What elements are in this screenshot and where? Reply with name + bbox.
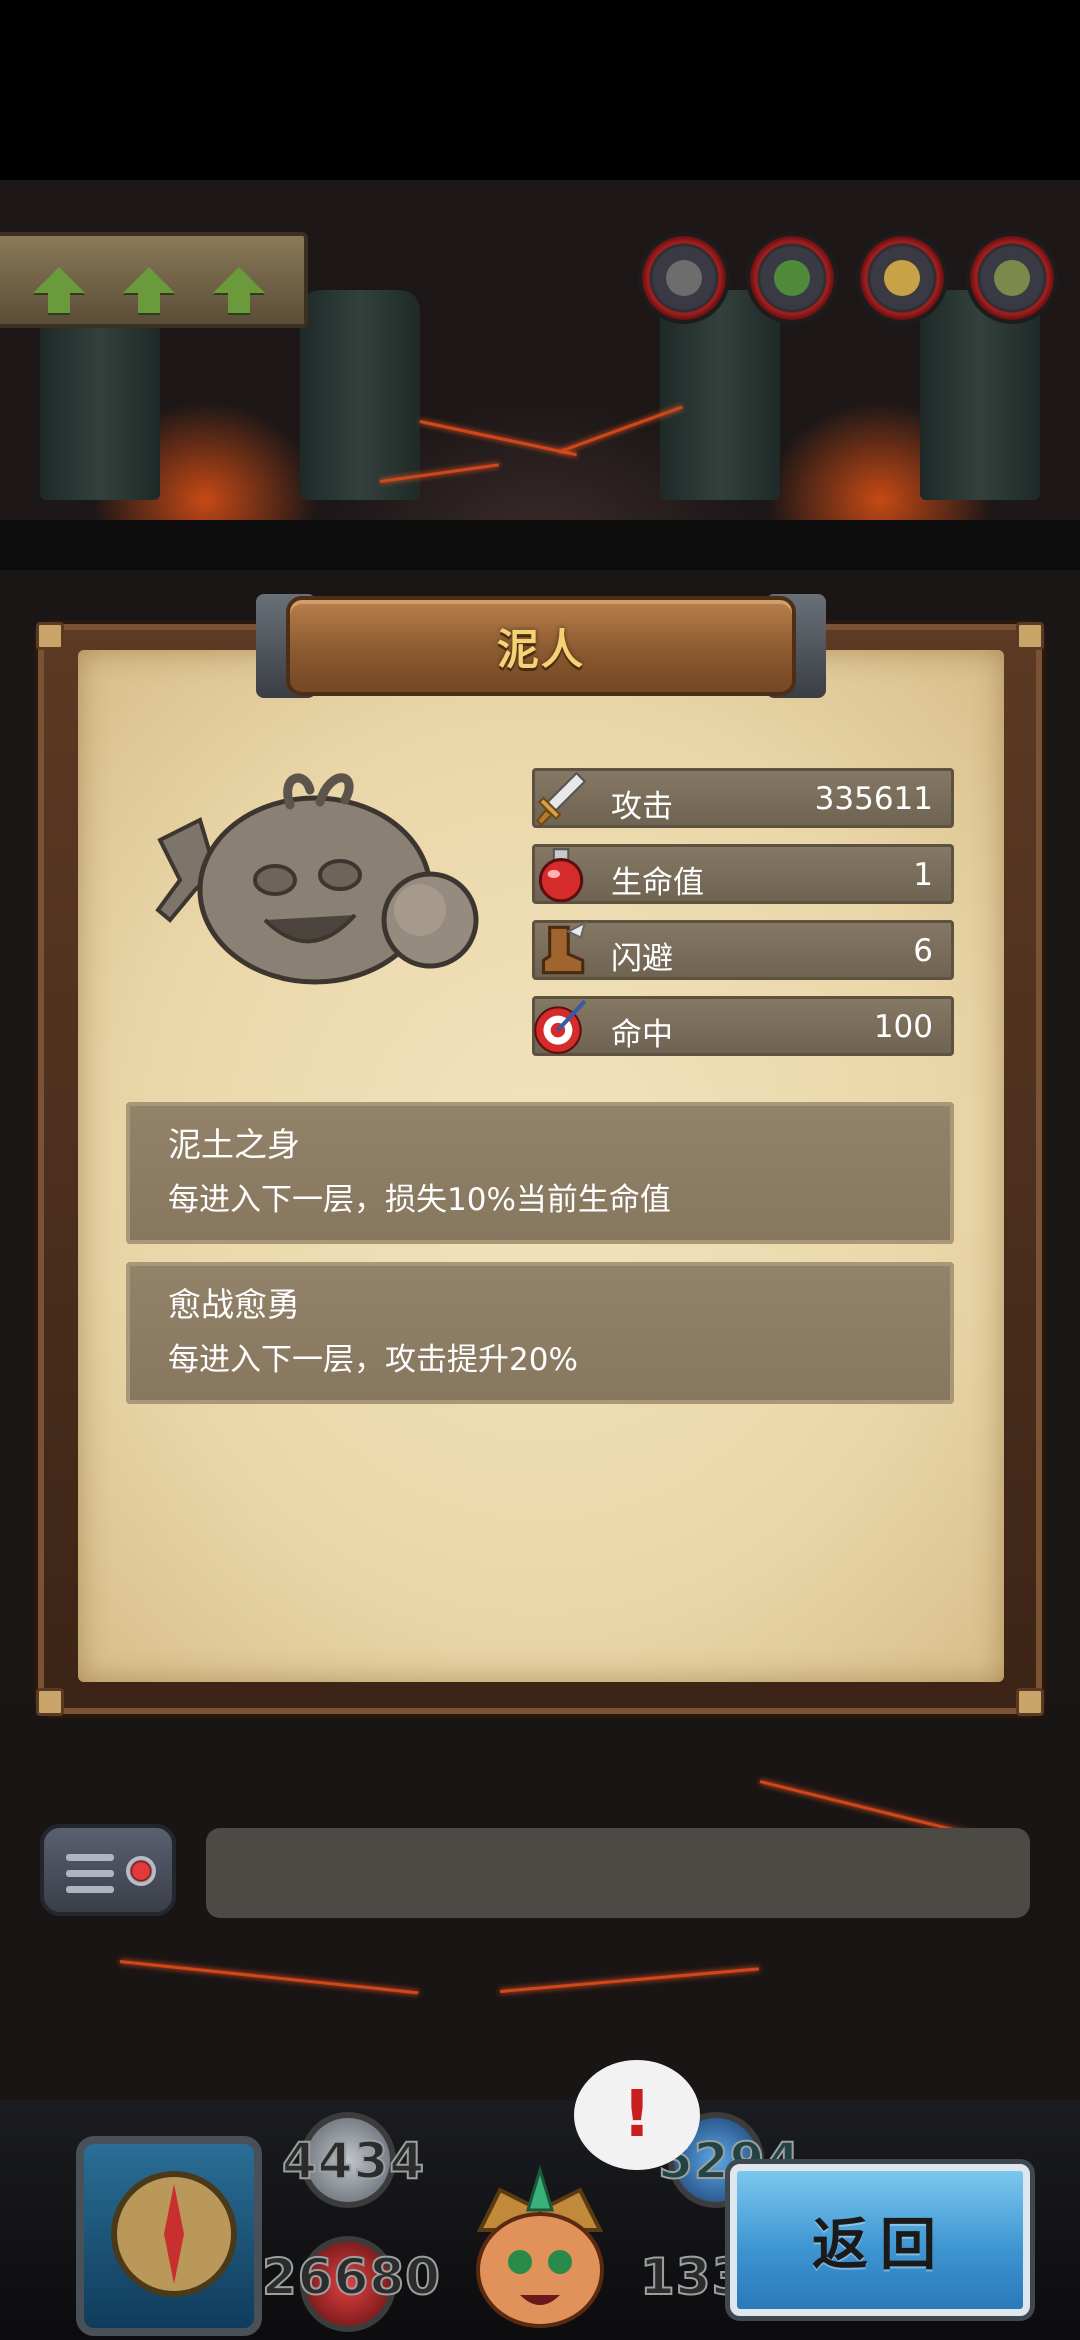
stat-label: 闪避 — [611, 941, 673, 977]
stat-label: 攻击 — [611, 789, 673, 825]
title-plank: 泥人 — [286, 596, 796, 696]
corner-nail — [1016, 1688, 1044, 1716]
enemy-portrait-2[interactable] — [746, 232, 838, 324]
floor-arrow-plank[interactable] — [0, 232, 308, 328]
skill-box: 愈战愈勇 每进入下一层，攻击提升20% — [126, 1262, 954, 1404]
back-button[interactable]: 返回 — [730, 2164, 1030, 2316]
corner-nail — [36, 622, 64, 650]
corner-nail — [1016, 622, 1044, 650]
skill-description: 每进入下一层，攻击提升20% — [168, 1342, 578, 1378]
stone-pillar — [300, 290, 420, 500]
alert-bubble[interactable]: ! — [574, 2060, 700, 2170]
monster-face-icon — [774, 260, 810, 296]
monster-face-icon — [884, 260, 920, 296]
enemy-portrait-3[interactable] — [856, 232, 948, 324]
stat-value: 335611 — [814, 781, 933, 817]
up-arrow-icon — [123, 267, 175, 313]
enemy-portrait-4[interactable] — [966, 232, 1058, 324]
chat-line — [66, 1854, 114, 1861]
message-box[interactable] — [206, 1828, 1030, 1918]
boot-icon — [541, 921, 587, 975]
exclamation-icon: ! — [622, 2078, 652, 2152]
chat-line — [66, 1870, 114, 1877]
attack-value: 4434 — [281, 2131, 426, 2191]
skill-name: 愈战愈勇 — [168, 1285, 300, 1324]
stat-value: 100 — [873, 1009, 933, 1045]
back-button-label: 返回 — [812, 2212, 948, 2278]
chat-button[interactable] — [40, 1824, 176, 1916]
hp-value: 26680 — [261, 2247, 441, 2307]
corner-nail — [36, 1688, 64, 1716]
dungeon-lava-scene — [0, 180, 1080, 520]
stat-label: 生命值 — [611, 865, 704, 901]
stat-label: 命中 — [611, 1017, 673, 1053]
potion-icon — [538, 848, 584, 903]
player-avatar[interactable] — [450, 2150, 630, 2340]
hero-portrait-frame[interactable] — [76, 2136, 262, 2336]
skill-description: 每进入下一层，损失10%当前生命值 — [168, 1182, 671, 1218]
chat-line — [66, 1886, 114, 1893]
top-black-area — [0, 0, 1080, 180]
stat-bar-dodge: 闪避 6 — [532, 920, 954, 980]
stat-bar-attack: 攻击 335611 — [532, 768, 954, 828]
sword-icon — [535, 771, 587, 827]
enemy-portrait-1[interactable] — [638, 232, 730, 324]
monster-face-icon — [666, 260, 702, 296]
record-icon — [126, 1856, 156, 1886]
wall-band — [0, 520, 1080, 570]
stat-value: 6 — [913, 933, 933, 969]
up-arrow-icon — [213, 267, 265, 313]
mud-man-image — [155, 773, 479, 985]
monster-name: 泥人 — [496, 624, 585, 674]
stat-bar-accuracy: 命中 100 — [532, 996, 954, 1056]
skill-name: 泥土之身 — [168, 1125, 300, 1164]
stat-bar-hp: 生命值 1 — [532, 844, 954, 904]
compass-icon — [111, 2171, 237, 2297]
stat-value: 1 — [913, 857, 933, 893]
up-arrow-icon — [33, 267, 85, 313]
target-icon — [534, 999, 587, 1054]
skill-box: 泥土之身 每进入下一层，损失10%当前生命值 — [126, 1102, 954, 1244]
monster-face-icon — [994, 260, 1030, 296]
